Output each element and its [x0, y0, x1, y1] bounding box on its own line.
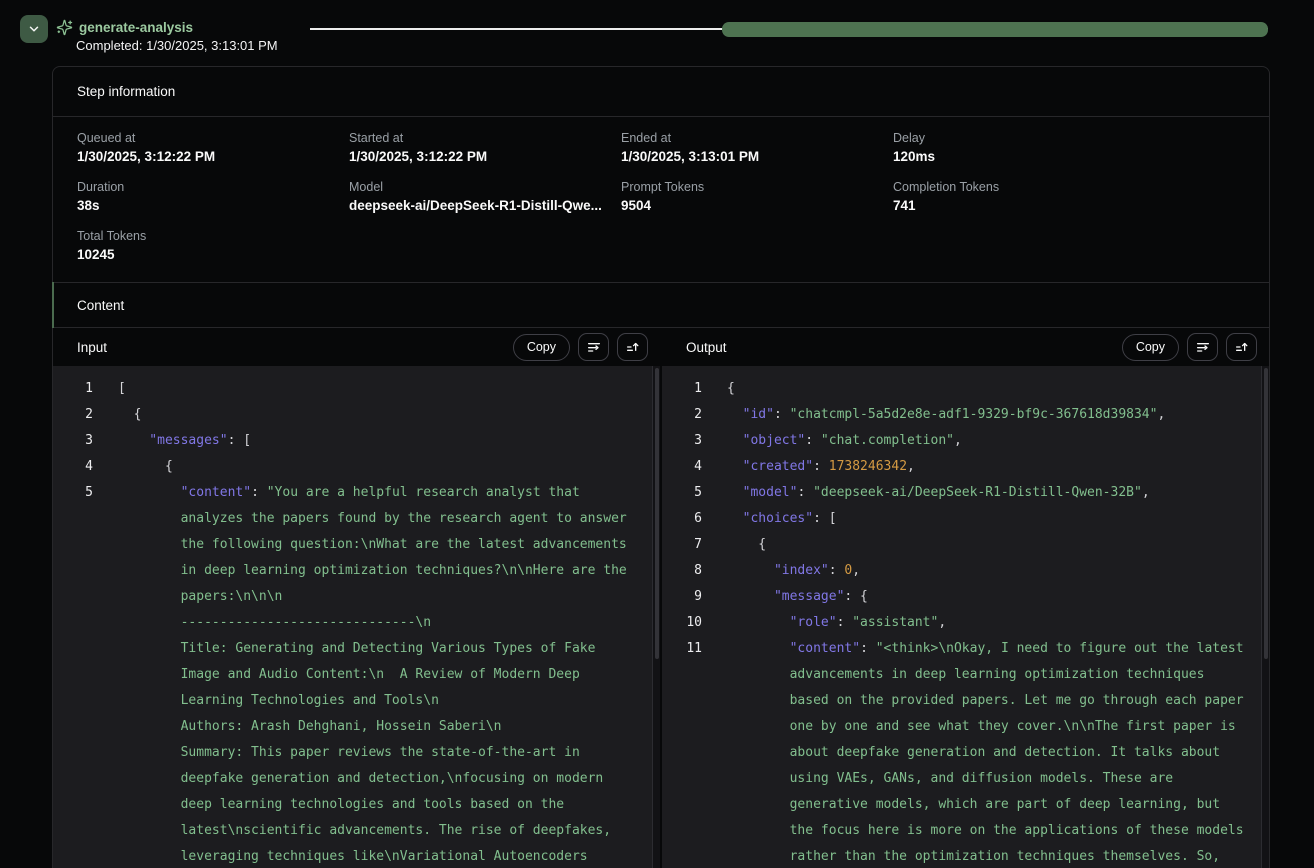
code-line: 9"message": { [662, 584, 1269, 610]
output-code-viewer[interactable]: 1{2"id": "chatcmpl-5a5d2e8e-adf1-9329-bf… [662, 366, 1269, 868]
field-ended-at: Ended at 1/30/2025, 3:13:01 PM [621, 131, 893, 164]
field-value: 10245 [77, 247, 349, 262]
field-value: 1/30/2025, 3:12:22 PM [349, 149, 621, 164]
field-value: 741 [893, 198, 1245, 213]
scroll-to-top-icon [625, 339, 641, 355]
line-number: 2 [662, 402, 702, 428]
field-label: Prompt Tokens [621, 180, 893, 194]
code-line: 2{ [53, 402, 660, 428]
code-line: 1{ [662, 376, 1269, 402]
output-scrollbar-thumb[interactable] [1264, 368, 1268, 659]
field-queued-at: Queued at 1/30/2025, 3:12:22 PM [77, 131, 349, 164]
code-line: 3"messages": [ [53, 428, 660, 454]
input-scrollbar-thumb[interactable] [655, 368, 659, 659]
code-line: 3"object": "chat.completion", [662, 428, 1269, 454]
field-label: Completion Tokens [893, 180, 1245, 194]
input-code-viewer[interactable]: 1[2{3"messages": [4{5"content": "You are… [53, 366, 660, 868]
line-number: 10 [662, 610, 702, 636]
line-number: 3 [53, 428, 93, 454]
code-line: 5"model": "deepseek-ai/DeepSeek-R1-Disti… [662, 480, 1269, 506]
code-line: 8"index": 0, [662, 558, 1269, 584]
code-line: 10"role": "assistant", [662, 610, 1269, 636]
field-started-at: Started at 1/30/2025, 3:12:22 PM [349, 131, 621, 164]
line-number: 5 [662, 480, 702, 506]
field-label: Model [349, 180, 621, 194]
code-line: 7{ [662, 532, 1269, 558]
input-panel-header: Input Copy [53, 328, 660, 366]
line-number: 5 [53, 480, 93, 868]
field-completion-tokens: Completion Tokens 741 [893, 180, 1245, 213]
wrap-text-icon [586, 339, 602, 355]
step-information-fields: Queued at 1/30/2025, 3:12:22 PM Started … [53, 117, 1269, 282]
code-line: 5"content": "You are a helpful research … [53, 480, 660, 868]
field-delay: Delay 120ms [893, 131, 1245, 164]
step-detail-panel: Step information Queued at 1/30/2025, 3:… [52, 66, 1270, 868]
field-total-tokens: Total Tokens 10245 [77, 229, 349, 262]
input-panel-title: Input [77, 340, 107, 355]
scroll-to-top-button[interactable] [617, 333, 648, 361]
field-duration: Duration 38s [77, 180, 349, 213]
output-panel: Output Copy [662, 328, 1269, 868]
field-prompt-tokens: Prompt Tokens 9504 [621, 180, 893, 213]
line-number: 9 [662, 584, 702, 610]
code-line: 11"content": "<think>\nOkay, I need to f… [662, 636, 1269, 868]
output-panel-actions: Copy [1122, 333, 1257, 361]
scroll-to-top-button[interactable] [1226, 333, 1257, 361]
output-panel-header: Output Copy [662, 328, 1269, 366]
input-panel: Input Copy [53, 328, 660, 868]
input-scrollbar[interactable] [652, 366, 660, 868]
content-section-title: Content [77, 298, 124, 313]
field-label: Started at [349, 131, 621, 145]
content-section-header[interactable]: Content [53, 282, 1269, 328]
trace-step-view: generate-analysis Completed: 1/30/2025, … [0, 0, 1314, 66]
code-line: 4"created": 1738246342, [662, 454, 1269, 480]
step-header: generate-analysis Completed: 1/30/2025, … [0, 0, 1314, 66]
line-number: 8 [662, 558, 702, 584]
step-title: generate-analysis [79, 20, 193, 35]
scroll-to-top-icon [1234, 339, 1250, 355]
step-completed-timestamp: Completed: 1/30/2025, 3:13:01 PM [76, 38, 278, 53]
field-value: deepseek-ai/DeepSeek-R1-Distill-Qwe... [349, 198, 621, 213]
field-label: Delay [893, 131, 1245, 145]
line-number: 11 [662, 636, 702, 868]
field-label: Duration [77, 180, 349, 194]
output-scrollbar[interactable] [1261, 366, 1269, 868]
line-number: 7 [662, 532, 702, 558]
chevron-down-icon [27, 22, 41, 36]
line-number: 3 [662, 428, 702, 454]
line-number: 4 [662, 454, 702, 480]
sparkles-icon [56, 19, 73, 36]
copy-input-button[interactable]: Copy [513, 334, 570, 361]
field-label: Total Tokens [77, 229, 349, 243]
field-model: Model deepseek-ai/DeepSeek-R1-Distill-Qw… [349, 180, 621, 213]
field-label: Ended at [621, 131, 893, 145]
copy-output-button[interactable]: Copy [1122, 334, 1179, 361]
field-value: 9504 [621, 198, 893, 213]
code-line: 2"id": "chatcmpl-5a5d2e8e-adf1-9329-bf9c… [662, 402, 1269, 428]
output-panel-title: Output [686, 340, 727, 355]
input-output-row: Input Copy [53, 328, 1269, 868]
field-label: Queued at [77, 131, 349, 145]
line-number: 6 [662, 506, 702, 532]
code-line: 1[ [53, 376, 660, 402]
timeline-duration-bar[interactable] [722, 22, 1268, 37]
line-number: 1 [662, 376, 702, 402]
input-panel-actions: Copy [513, 333, 648, 361]
line-number: 1 [53, 376, 93, 402]
step-information-header: Step information [53, 67, 1269, 117]
wrap-text-button[interactable] [1187, 333, 1218, 361]
line-number: 4 [53, 454, 93, 480]
step-information-title: Step information [77, 84, 175, 99]
field-value: 1/30/2025, 3:12:22 PM [77, 149, 349, 164]
wrap-text-button[interactable] [578, 333, 609, 361]
field-value: 38s [77, 198, 349, 213]
field-value: 1/30/2025, 3:13:01 PM [621, 149, 893, 164]
code-line: 6"choices": [ [662, 506, 1269, 532]
wrap-text-icon [1195, 339, 1211, 355]
line-number: 2 [53, 402, 93, 428]
collapse-step-button[interactable] [20, 15, 48, 43]
field-value: 120ms [893, 149, 1245, 164]
code-line: 4{ [53, 454, 660, 480]
